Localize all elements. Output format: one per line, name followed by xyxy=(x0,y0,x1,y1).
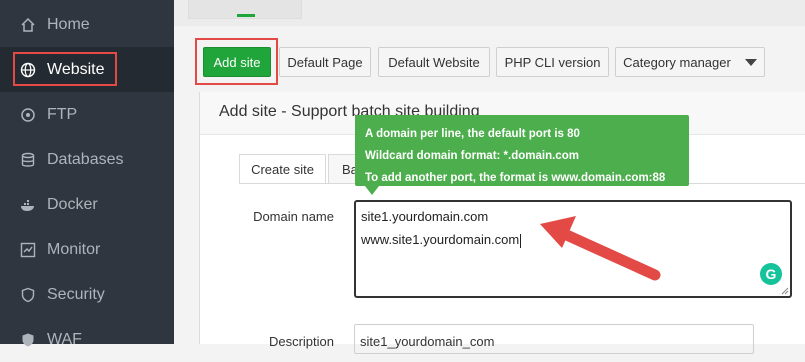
red-arrow-annotation xyxy=(540,216,661,281)
